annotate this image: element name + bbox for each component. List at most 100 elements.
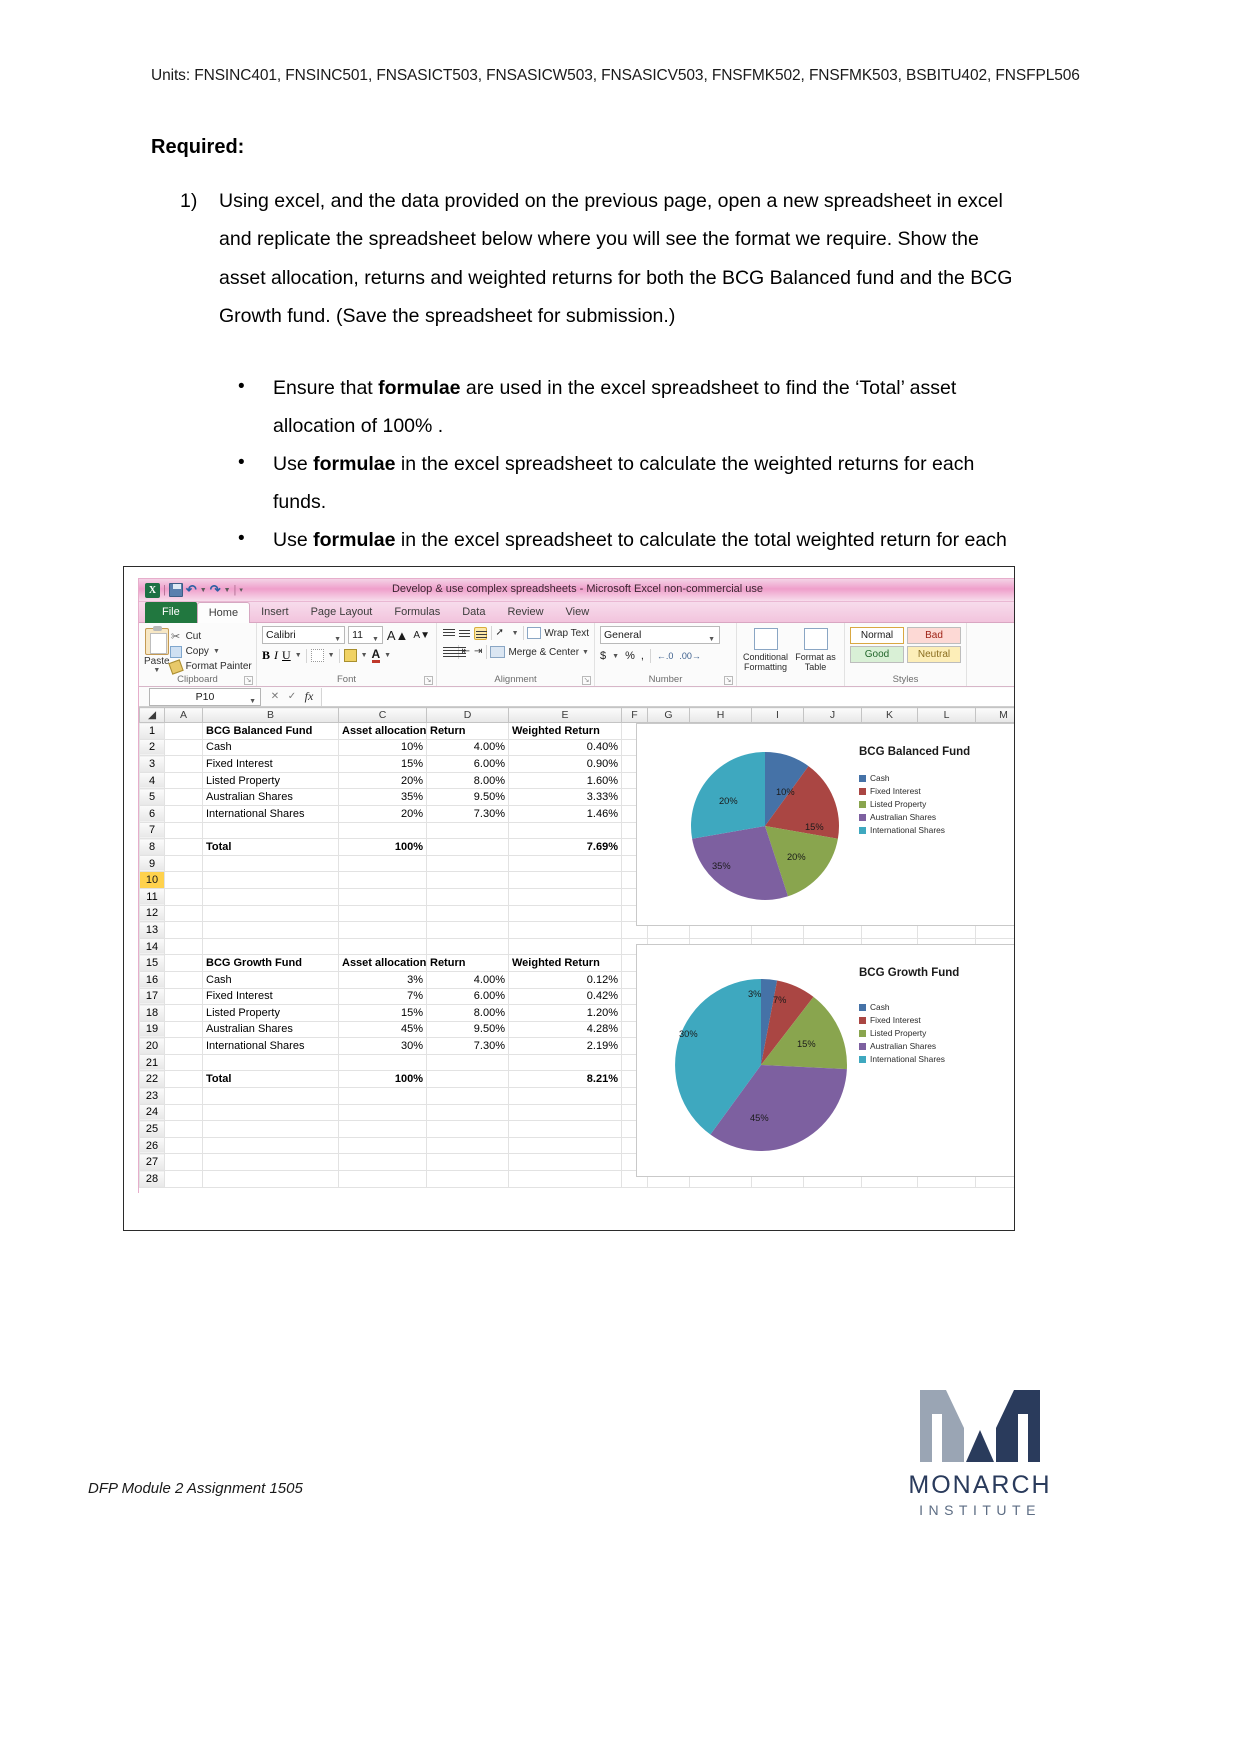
cell-style-neutral[interactable]: Neutral	[907, 646, 961, 663]
cell-B5[interactable]: Australian Shares	[202, 788, 339, 806]
cell-A20[interactable]	[164, 1037, 203, 1055]
cell-A16[interactable]	[164, 970, 203, 989]
column-header-k[interactable]: K	[861, 707, 918, 723]
percent-format-button[interactable]: %	[625, 650, 635, 662]
row-header-18[interactable]: 18	[139, 1004, 165, 1022]
cell-B24[interactable]	[202, 1103, 339, 1122]
orientation-icon[interactable]: ➚	[495, 627, 507, 640]
cell-E6[interactable]: 1.46%	[508, 804, 622, 823]
cell-D23[interactable]	[426, 1087, 509, 1105]
cell-D26[interactable]	[426, 1136, 509, 1155]
copy-button[interactable]: Copy ▼	[169, 644, 252, 659]
row-header-14[interactable]: 14	[139, 937, 165, 956]
cell-E25[interactable]	[508, 1120, 622, 1138]
increase-indent-icon[interactable]: ⇥	[474, 646, 482, 659]
cell-E20[interactable]: 2.19%	[508, 1037, 622, 1055]
column-header-a[interactable]: A	[164, 707, 203, 723]
cell-style-bad[interactable]: Bad	[907, 627, 961, 644]
cell-B12[interactable]	[202, 904, 339, 923]
cell-B25[interactable]	[202, 1120, 339, 1138]
cell-B19[interactable]: Australian Shares	[202, 1020, 339, 1039]
cell-B26[interactable]	[202, 1136, 339, 1155]
cell-D15[interactable]: Return	[426, 954, 509, 972]
format-as-table-button[interactable]: Format as Table	[792, 628, 839, 686]
tab-insert[interactable]: Insert	[250, 602, 300, 623]
cell-D24[interactable]	[426, 1103, 509, 1122]
column-header-f[interactable]: F	[621, 707, 648, 723]
cell-E16[interactable]: 0.12%	[508, 970, 622, 989]
worksheet[interactable]: ◢ A B C D E F G H I J K L M 1 BCG Balance…	[139, 707, 1014, 1193]
italic-button[interactable]: I	[274, 648, 278, 663]
cell-E13[interactable]	[508, 921, 622, 939]
cell-E22[interactable]: 8.21%	[508, 1070, 622, 1089]
tab-review[interactable]: Review	[496, 602, 554, 623]
cell-D19[interactable]: 9.50%	[426, 1020, 509, 1039]
decrease-indent-icon[interactable]: ⇤	[462, 646, 470, 659]
shrink-font-icon[interactable]: A▼	[412, 630, 431, 641]
row-header-17[interactable]: 17	[139, 987, 165, 1006]
row-header-10[interactable]: 10	[139, 871, 165, 889]
underline-button[interactable]: U	[282, 648, 291, 663]
select-all-corner[interactable]: ◢	[139, 707, 165, 723]
cell-A11[interactable]	[164, 887, 203, 906]
row-header-26[interactable]: 26	[139, 1136, 165, 1155]
cell-C16[interactable]: 3%	[338, 970, 427, 989]
cell-D14[interactable]	[426, 937, 509, 956]
ribbon-tab-strip[interactable]: File Home Insert Page Layout Formulas Data Rev…	[139, 602, 1014, 624]
column-header-c[interactable]: C	[338, 707, 427, 723]
row-header-21[interactable]: 21	[139, 1053, 165, 1072]
cell-B21[interactable]	[202, 1053, 339, 1072]
row-header-13[interactable]: 13	[139, 921, 165, 939]
ribbon-group-number[interactable]: General ▼ $ ▼ % , ←.0 .00→ Number ↘	[595, 623, 737, 686]
cell-B11[interactable]	[202, 887, 339, 906]
row-header-25[interactable]: 25	[139, 1120, 165, 1138]
chevron-down-icon[interactable]: ▼	[144, 667, 170, 674]
row-header-5[interactable]: 5	[139, 788, 165, 806]
cell-C25[interactable]	[338, 1120, 427, 1138]
chevron-down-icon[interactable]: ▼	[328, 652, 335, 659]
align-right-icon[interactable]	[452, 646, 467, 659]
cell-C26[interactable]	[338, 1136, 427, 1155]
cell-B8[interactable]: Total	[202, 838, 339, 856]
formula-bar[interactable]: P10 ▼ ✕ ✓ fx	[139, 687, 1014, 707]
cell-E17[interactable]: 0.42%	[508, 987, 622, 1006]
chevron-down-icon[interactable]: ▼	[295, 652, 302, 659]
merge-center-button[interactable]: Merge & Center ▼	[490, 646, 589, 658]
cell-D12[interactable]	[426, 904, 509, 923]
cell-D20[interactable]: 7.30%	[426, 1037, 509, 1055]
cell-A25[interactable]	[164, 1120, 203, 1138]
row-header-3[interactable]: 3	[139, 755, 165, 773]
cell-D6[interactable]: 7.30%	[426, 804, 509, 823]
formula-bar-buttons[interactable]: ✕ ✓ fx	[267, 689, 317, 704]
cell-D8[interactable]	[426, 838, 509, 856]
row-header-6[interactable]: 6	[139, 804, 165, 823]
cell-B22[interactable]: Total	[202, 1070, 339, 1089]
cell-A17[interactable]	[164, 987, 203, 1006]
align-top-icon[interactable]	[442, 627, 455, 640]
cell-A6[interactable]	[164, 804, 203, 823]
cell-B20[interactable]: International Shares	[202, 1037, 339, 1055]
cell-B10[interactable]	[202, 871, 339, 889]
cell-E12[interactable]	[508, 904, 622, 923]
cell-D16[interactable]: 4.00%	[426, 970, 509, 989]
cell-D17[interactable]: 6.00%	[426, 987, 509, 1006]
increase-decimal-icon[interactable]: ←.0	[657, 651, 674, 661]
row-header-28[interactable]: 28	[139, 1170, 165, 1188]
cell-C5[interactable]: 35%	[338, 788, 427, 806]
cell-D18[interactable]: 8.00%	[426, 1004, 509, 1022]
column-header-i[interactable]: I	[751, 707, 804, 723]
column-header-d[interactable]: D	[426, 707, 509, 723]
chart-bcg-balanced-fund[interactable]: BCG Balanced Fund 10% 15% 20% 35% 20% Ca…	[636, 723, 1014, 926]
currency-format-button[interactable]: $	[600, 650, 606, 662]
cell-B1[interactable]: BCG Balanced Fund	[202, 722, 339, 740]
cell-B13[interactable]	[202, 921, 339, 939]
cell-C17[interactable]: 7%	[338, 987, 427, 1006]
cell-C2[interactable]: 10%	[338, 738, 427, 757]
cell-B4[interactable]: Listed Property	[202, 771, 339, 790]
row-header-22[interactable]: 22	[139, 1070, 165, 1089]
cell-style-normal[interactable]: Normal	[850, 627, 904, 644]
name-box[interactable]: P10 ▼	[149, 687, 261, 706]
tab-data[interactable]: Data	[451, 602, 496, 623]
column-header-e[interactable]: E	[508, 707, 622, 723]
cell-D4[interactable]: 8.00%	[426, 771, 509, 790]
